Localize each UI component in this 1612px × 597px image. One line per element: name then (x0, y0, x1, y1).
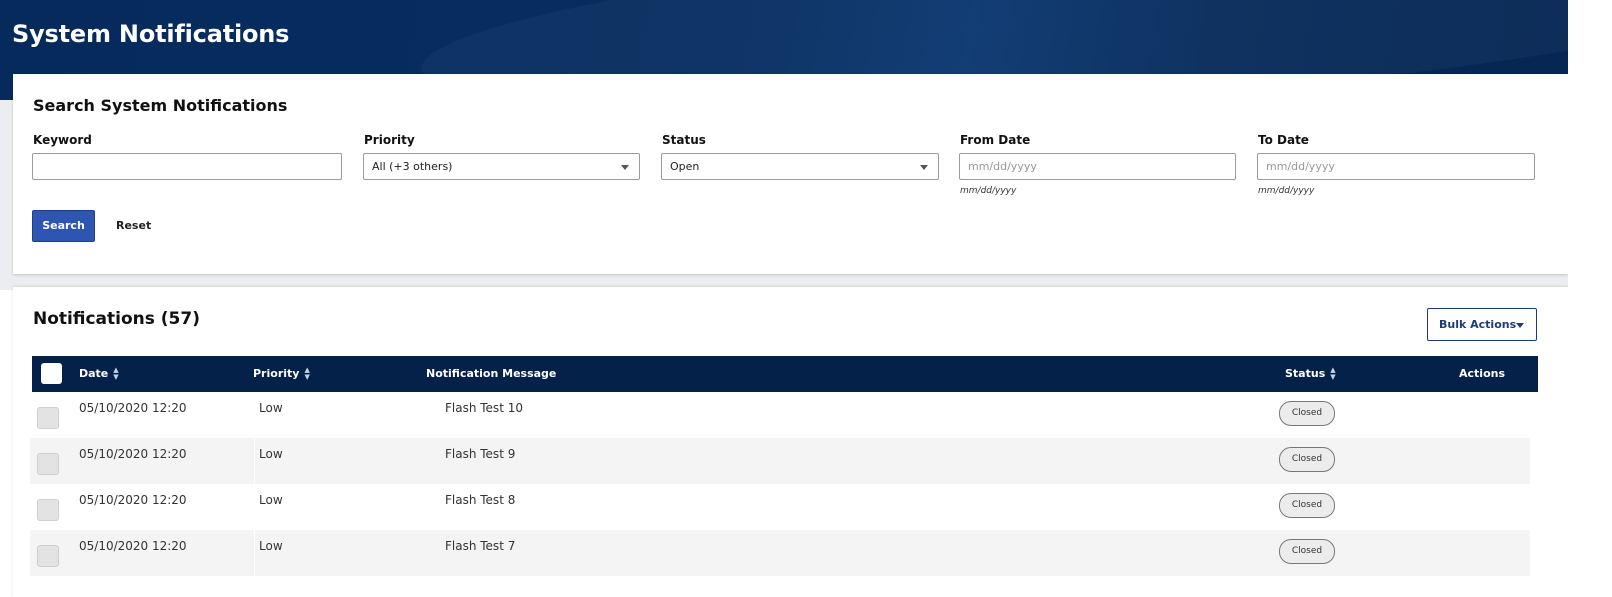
sort-icon: ▲ ▼ (304, 366, 310, 381)
priority-select-value: All (+3 others) (372, 160, 453, 173)
row-priority: Low (259, 447, 283, 461)
chevron-down-icon (1516, 323, 1524, 328)
status-select[interactable]: Open (661, 153, 939, 180)
row-checkbox[interactable] (37, 499, 59, 521)
column-header-priority[interactable]: Priority ▲ ▼ (253, 356, 310, 392)
search-panel-title: Search System Notifications (33, 96, 288, 115)
table-row: 05/10/2020 12:20 Low Flash Test 9 Closed (30, 438, 1530, 484)
table-row: 05/10/2020 12:20 Low Flash Test 8 Closed (30, 484, 1530, 530)
sort-icon: ▲ ▼ (113, 366, 119, 381)
row-priority: Low (259, 539, 283, 553)
column-header-actions: Actions (1459, 367, 1505, 380)
search-panel: Search System Notifications Keyword Prio… (13, 74, 1568, 274)
priority-select[interactable]: All (+3 others) (363, 153, 640, 180)
chevron-down-icon (621, 165, 629, 170)
to-date-input[interactable]: mm/dd/yyyy (1257, 153, 1535, 180)
row-date: 05/10/2020 12:20 (79, 447, 187, 461)
row-message: Flash Test 7 (445, 539, 516, 553)
table-row: 05/10/2020 12:20 Low Flash Test 7 Closed (30, 530, 1530, 576)
to-date-hint: mm/dd/yyyy (1258, 186, 1315, 196)
table-row: 05/10/2020 12:20 Low Flash Test 10 Close… (30, 392, 1530, 438)
search-button[interactable]: Search (32, 210, 95, 242)
bulk-actions-button[interactable]: Bulk Actions (1427, 308, 1537, 341)
page-title: System Notifications (12, 20, 290, 48)
column-header-message: Notification Message (426, 367, 557, 380)
row-message: Flash Test 9 (445, 447, 516, 461)
table-header: Date ▲ ▼ Priority ▲ ▼ Notification Message S… (32, 356, 1538, 392)
column-header-date[interactable]: Date ▲ ▼ (79, 356, 119, 392)
keyword-input[interactable] (32, 153, 342, 180)
row-date: 05/10/2020 12:20 (79, 401, 187, 415)
status-badge: Closed (1279, 539, 1335, 564)
right-margin (1568, 0, 1612, 597)
column-divider (254, 530, 255, 576)
keyword-label: Keyword (33, 133, 92, 147)
row-priority: Low (259, 493, 283, 507)
row-date: 05/10/2020 12:20 (79, 539, 187, 553)
row-checkbox[interactable] (37, 453, 59, 475)
status-select-value: Open (670, 160, 700, 173)
status-badge: Closed (1279, 401, 1335, 426)
status-badge: Closed (1279, 447, 1335, 472)
column-header-priority-label: Priority (253, 367, 300, 380)
status-badge: Closed (1279, 493, 1335, 518)
notifications-table-body: 05/10/2020 12:20 Low Flash Test 10 Close… (30, 392, 1530, 597)
column-header-date-label: Date (79, 367, 109, 380)
from-date-input[interactable]: mm/dd/yyyy (959, 153, 1236, 180)
row-message: Flash Test 8 (445, 493, 516, 507)
reset-button[interactable]: Reset (116, 210, 151, 242)
from-date-label: From Date (960, 133, 1031, 147)
notifications-title: Notifications (57) (33, 309, 200, 329)
row-date: 05/10/2020 12:20 (79, 493, 187, 507)
sort-icon: ▲ ▼ (1330, 366, 1336, 381)
select-all-checkbox[interactable] (41, 363, 62, 384)
column-header-status-label: Status (1285, 367, 1326, 380)
column-divider (254, 438, 255, 484)
to-date-label: To Date (1258, 133, 1309, 147)
row-checkbox[interactable] (37, 545, 59, 567)
row-priority: Low (259, 401, 283, 415)
row-checkbox[interactable] (37, 407, 59, 429)
priority-label: Priority (364, 133, 415, 147)
bulk-actions-label: Bulk Actions (1439, 318, 1517, 331)
row-message: Flash Test 10 (445, 401, 523, 415)
chevron-down-icon (920, 165, 928, 170)
from-date-hint: mm/dd/yyyy (960, 186, 1017, 196)
status-label: Status (662, 133, 706, 147)
column-header-status[interactable]: Status ▲ ▼ (1285, 356, 1336, 392)
